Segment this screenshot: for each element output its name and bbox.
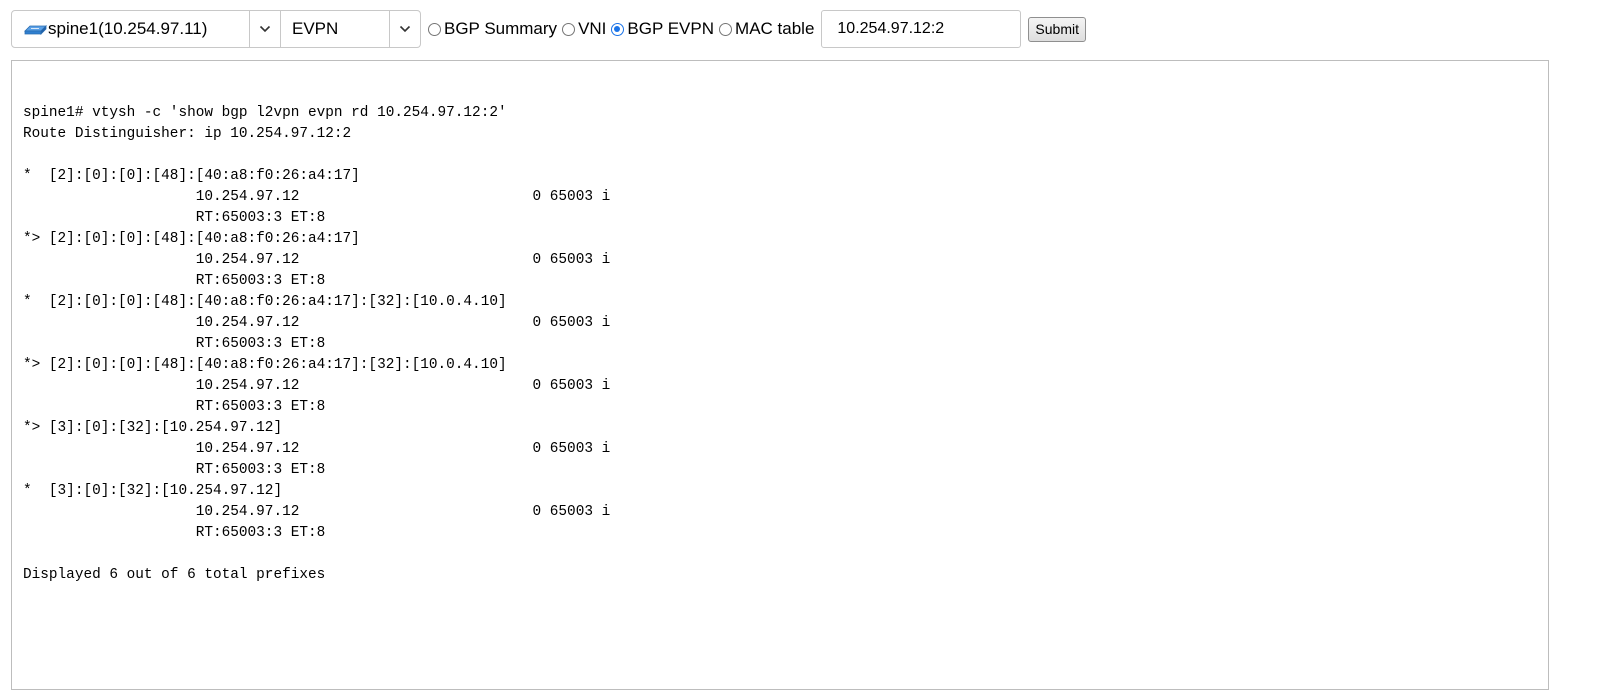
command-output-panel: spine1# vtysh -c 'show bgp l2vpn evpn rd…	[11, 60, 1549, 690]
node-select-label: spine1(10.254.97.11)	[48, 19, 208, 38]
radio-button[interactable]	[562, 22, 576, 36]
chevron-down-icon[interactable]	[249, 11, 280, 47]
submit-button[interactable]: Submit	[1028, 16, 1086, 42]
command-output-text: spine1# vtysh -c 'show bgp l2vpn evpn rd…	[23, 105, 611, 583]
radio-mac-table[interactable]: MAC table	[719, 19, 814, 39]
command-select[interactable]: EVPN	[281, 10, 421, 48]
query-type-radio-group: BGP Summary VNI BGP EVPN MAC table	[428, 19, 819, 39]
radio-button-selected[interactable]	[611, 22, 625, 36]
radio-bgp-evpn[interactable]: BGP EVPN	[611, 19, 714, 39]
node-select[interactable]: spine1(10.254.97.11)	[11, 10, 281, 48]
radio-label: MAC table	[735, 19, 815, 38]
radio-button[interactable]	[428, 22, 441, 36]
chevron-down-icon[interactable]	[389, 11, 420, 47]
radio-bgp-summary[interactable]: BGP Summary	[428, 19, 557, 39]
route-distinguisher-input[interactable]	[821, 10, 1022, 48]
toolbar: spine1(10.254.97.11) EVPN BGP Summary VN…	[11, 9, 1086, 49]
node-select-value: spine1(10.254.97.11)	[12, 19, 249, 39]
radio-button[interactable]	[719, 22, 733, 36]
router-icon	[24, 25, 47, 35]
command-select-label: EVPN	[292, 19, 339, 38]
radio-label: BGP EVPN	[627, 19, 715, 38]
radio-vni[interactable]: VNI	[562, 19, 606, 39]
radio-label: VNI	[578, 19, 607, 38]
radio-label: BGP Summary	[444, 19, 558, 38]
